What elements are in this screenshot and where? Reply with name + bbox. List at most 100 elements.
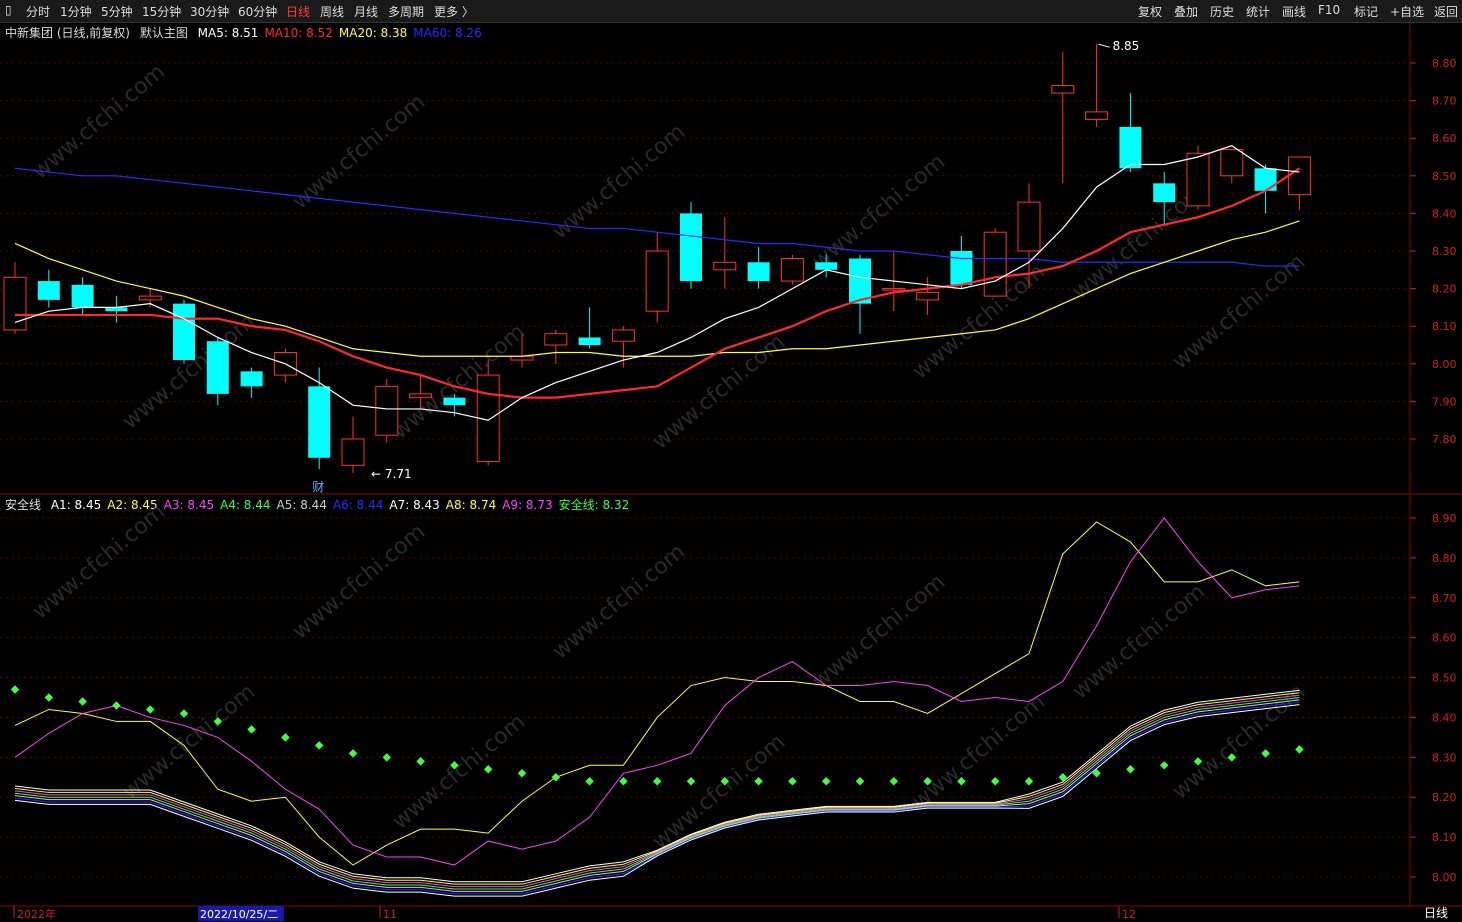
watermark: www.cfchi.com (648, 329, 790, 454)
sub-y-tick-label: 8.60 (1432, 632, 1457, 645)
safe-line-dot (652, 777, 662, 786)
sub-y-tick-label: 8.40 (1432, 711, 1457, 724)
safe-line-dot (1159, 761, 1169, 770)
safe-line-dot (78, 697, 87, 706)
candle-body (37, 281, 60, 300)
safe-line-dot (754, 777, 763, 786)
candle-body (443, 397, 466, 406)
candle-body (409, 393, 433, 399)
watermark: www.cfchi.com (118, 679, 260, 804)
safe-line-dot (179, 709, 189, 718)
sub-y-tick-label: 8.30 (1432, 751, 1457, 764)
sub-y-tick-label: 8.90 (1432, 512, 1457, 525)
sub-y-tick-label: 8.70 (1432, 592, 1457, 605)
candle-body (71, 284, 94, 308)
safe-line-dot (314, 741, 324, 750)
watermark: www.cfchi.com (908, 689, 1050, 814)
safe-line-dot (551, 773, 561, 782)
candle-body (1085, 111, 1109, 120)
candle-body (1017, 201, 1041, 252)
main-y-tick-label: 8.40 (1432, 207, 1457, 220)
candle-body (240, 371, 263, 387)
safe-line-dot (10, 685, 20, 694)
watermark: www.cfchi.com (288, 519, 430, 644)
main-y-tick-label: 8.50 (1432, 170, 1457, 183)
watermark: www.cfchi.com (1168, 249, 1310, 374)
candle-body (916, 291, 940, 301)
kline-chart[interactable]: 8.80 8.70 8.60 8.50 8.40 8.30 8.20 8.10 8.00 7.90… (0, 0, 1462, 922)
watermark: www.cfchi.com (648, 729, 790, 854)
candle-body (680, 213, 702, 282)
candle-body (341, 438, 365, 466)
safe-line-dot (619, 777, 628, 786)
low-price-label: ← 7.71 (371, 467, 412, 481)
watermark: www.cfchi.com (388, 709, 530, 834)
main-y-tick-label: 7.90 (1432, 395, 1457, 408)
safe-line-dot (247, 725, 256, 734)
main-y-tick-label: 8.00 (1432, 358, 1457, 371)
safe-line-dot (44, 693, 54, 702)
safe-line-dot (382, 753, 392, 762)
high-price-label: 8.85 (1113, 39, 1140, 53)
x-axis-label: 11 (383, 908, 397, 921)
candle-body (1220, 148, 1244, 177)
period-label: 日线 (1424, 906, 1448, 920)
candle-body (138, 295, 162, 301)
watermark: www.cfchi.com (28, 59, 170, 184)
safe-line-dot (483, 765, 493, 774)
watermark: www.cfchi.com (288, 89, 430, 214)
candle-body (645, 250, 669, 312)
watermark: www.cfchi.com (388, 319, 530, 444)
main-y-tick-label: 7.80 (1432, 433, 1457, 446)
safe-line-dot (145, 705, 155, 714)
candle-body (308, 386, 331, 458)
safe-line-dot (112, 701, 121, 710)
safe-line-dot (788, 777, 797, 786)
main-y-tick-label: 8.10 (1432, 320, 1457, 333)
safe-line-dot (348, 749, 358, 758)
high-pointer (1098, 43, 1110, 48)
candle-body (882, 288, 906, 291)
watermark: www.cfchi.com (808, 569, 950, 694)
x-axis-label: 12 (1122, 908, 1136, 921)
sub-y-tick-label: 8.10 (1432, 831, 1457, 844)
candle-body (1119, 126, 1142, 169)
safe-line-dot (281, 733, 290, 742)
candle-body (544, 333, 568, 346)
sub-y-tick-label: 8.20 (1432, 791, 1457, 804)
sub-y-tick-label: 8.80 (1432, 552, 1457, 565)
x-axis-label: 2022/10/25/二 (200, 908, 278, 921)
main-y-tick-label: 8.60 (1432, 132, 1457, 145)
candle-body (950, 251, 973, 285)
candle-body (849, 258, 871, 304)
candle-body (206, 341, 229, 394)
candle-body (815, 262, 838, 270)
safe-line-dot (517, 769, 527, 778)
main-y-tick-label: 8.20 (1432, 283, 1457, 296)
main-y-tick-label: 8.30 (1432, 245, 1457, 258)
safe-line-dot (1024, 777, 1034, 786)
safe-line-dot (416, 757, 425, 766)
safe-line-dot (990, 777, 1000, 786)
main-y-tick-label: 8.80 (1432, 57, 1457, 70)
x-axis-label: 2022年 (17, 907, 56, 921)
safe-line-dot (821, 777, 831, 786)
watermark: www.cfchi.com (1168, 679, 1310, 804)
watermark: www.cfchi.com (808, 149, 950, 274)
main-y-tick-label: 8.70 (1432, 95, 1457, 108)
candle-body (1051, 85, 1075, 94)
candle-body (375, 385, 399, 436)
safe-line-dot (889, 777, 899, 786)
candle-body (173, 303, 195, 361)
safe-line-dot (686, 777, 696, 786)
candle-body (611, 329, 635, 342)
candle-body (1186, 152, 1210, 207)
safe-line-dot (1126, 765, 1135, 774)
safe-line-dot (1295, 745, 1304, 754)
candle-body (578, 337, 601, 345)
sub-y-tick-label: 8.50 (1432, 672, 1457, 685)
candle-body (1287, 156, 1311, 196)
safe-line-dot (1261, 749, 1270, 758)
finance-marker: 财 (312, 480, 324, 494)
candle-body (713, 261, 737, 271)
